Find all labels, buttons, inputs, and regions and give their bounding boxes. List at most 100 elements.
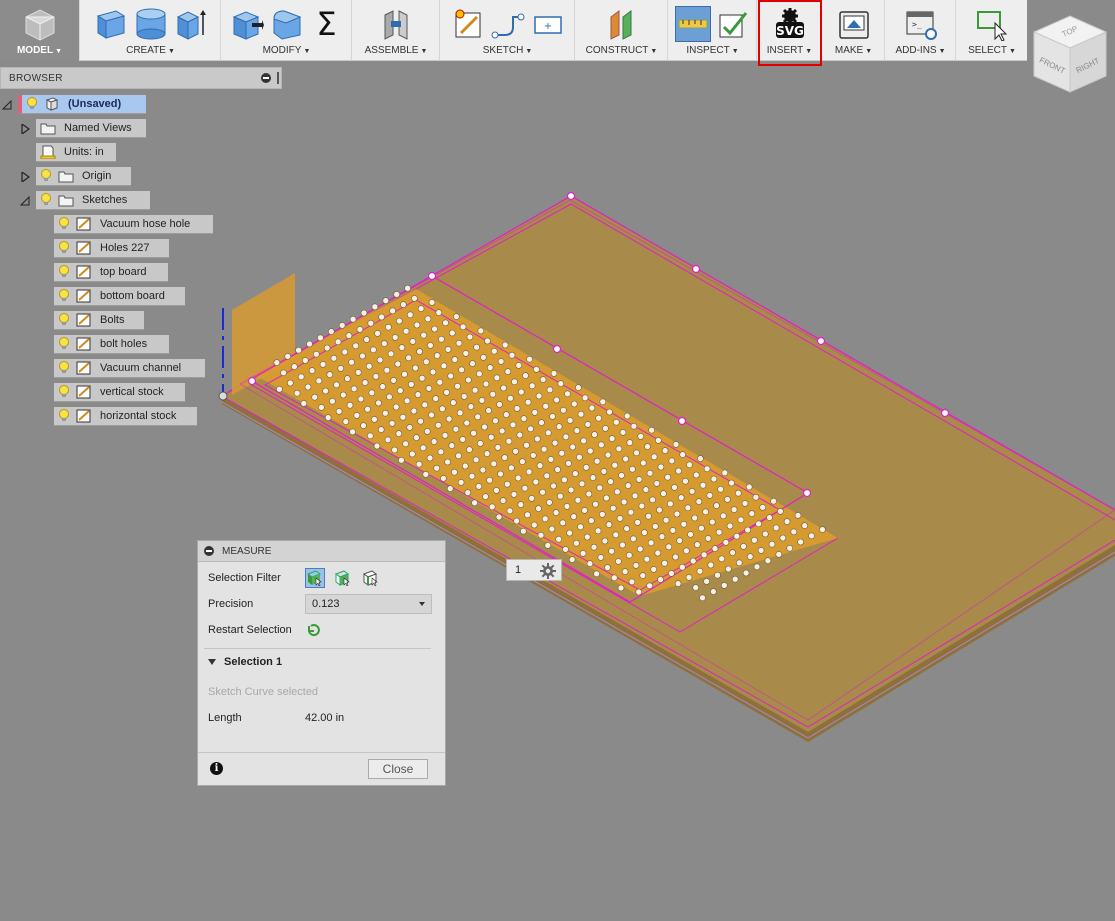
tree-item-origin[interactable]: Origin	[36, 167, 131, 186]
lightbulb-icon[interactable]	[58, 409, 70, 423]
close-button[interactable]: Close	[368, 759, 428, 779]
hole	[695, 498, 703, 505]
precision-select[interactable]: 0.123	[305, 594, 432, 614]
hole	[593, 570, 600, 578]
lightbulb-icon[interactable]	[58, 337, 70, 351]
insert-svg-icon[interactable]: SVG	[772, 6, 808, 42]
gear-icon[interactable]	[539, 562, 557, 580]
press-pull-icon[interactable]	[229, 6, 265, 42]
lightbulb-icon[interactable]	[58, 265, 70, 279]
insert-menu[interactable]: SVG INSERT ▼	[758, 0, 822, 61]
tree-item-named-views[interactable]: Named Views	[36, 119, 146, 138]
expand-triangle-icon[interactable]	[19, 195, 30, 206]
select-icon[interactable]	[974, 6, 1010, 42]
hole	[634, 519, 641, 526]
origin-point[interactable]	[218, 391, 228, 401]
extrude-icon[interactable]	[173, 6, 209, 42]
lightbulb-icon[interactable]	[40, 169, 52, 183]
cylinder-icon[interactable]	[133, 6, 169, 42]
info-icon[interactable]: i	[210, 762, 223, 775]
construct-menu[interactable]: CONSTRUCT ▼	[576, 0, 668, 61]
hole	[597, 554, 605, 561]
sketch-menu[interactable]: + SKETCH ▼	[441, 0, 575, 61]
scripts-icon[interactable]: >_	[903, 6, 939, 42]
tree-item-bottom-board[interactable]: bottom board	[54, 287, 185, 306]
hole	[527, 425, 534, 433]
hole	[627, 508, 635, 516]
hole	[508, 464, 515, 472]
view-cube[interactable]: TOP FRONT RIGHT	[1030, 10, 1110, 100]
inspect-menu[interactable]: INSPECT ▼	[669, 0, 757, 61]
tree-item-holes-227[interactable]: Holes 227	[54, 239, 169, 258]
hole	[511, 378, 518, 386]
lightbulb-icon[interactable]	[58, 361, 70, 375]
pattern-count-widget[interactable]: 1	[506, 559, 562, 581]
hole	[445, 415, 453, 423]
lightbulb-icon[interactable]	[58, 313, 70, 327]
hole	[748, 510, 756, 517]
filter-edge-icon[interactable]	[361, 568, 381, 588]
tree-item-bolt-holes[interactable]: bolt holes	[54, 335, 169, 354]
hole	[391, 446, 398, 454]
hole	[394, 360, 402, 368]
hole	[493, 374, 501, 382]
box-icon[interactable]	[93, 6, 129, 42]
lightbulb-icon[interactable]	[40, 193, 52, 207]
create-menu[interactable]: CREATE ▼	[81, 0, 221, 61]
tree-item-vertical-stock[interactable]: vertical stock	[54, 383, 185, 402]
joint-icon[interactable]	[378, 6, 414, 42]
lightbulb-icon[interactable]	[58, 289, 70, 303]
hole	[751, 536, 758, 544]
browser-header[interactable]: BROWSER	[0, 67, 282, 89]
pin-icon[interactable]	[277, 72, 279, 84]
assemble-menu[interactable]: ASSEMBLE ▼	[353, 0, 440, 61]
offset-plane-icon[interactable]	[604, 6, 640, 42]
tree-item-top-board[interactable]: top board	[54, 263, 168, 282]
tree-item-vacuum-channel[interactable]: Vacuum channel	[54, 359, 205, 378]
expand-triangle-icon[interactable]	[1, 99, 12, 110]
restart-selection-icon[interactable]	[305, 622, 321, 638]
viewport-canvas[interactable]	[0, 61, 1115, 921]
modify-menu[interactable]: Σ MODIFY ▼	[222, 0, 352, 61]
3d-print-icon[interactable]	[836, 6, 872, 42]
lightbulb-icon[interactable]	[58, 217, 70, 231]
tree-item-sketches[interactable]: Sketches	[36, 191, 150, 210]
tree-item-unsaved[interactable]: (Unsaved)	[18, 95, 146, 114]
measure-header[interactable]: MEASURE	[198, 541, 445, 562]
tree-item-bolts[interactable]: Bolts	[54, 311, 144, 330]
filter-face-icon[interactable]	[333, 568, 353, 588]
hole	[344, 375, 351, 382]
interference-icon[interactable]	[715, 6, 751, 42]
workspace-model-button[interactable]: MODEL ▼	[0, 0, 80, 61]
collapse-icon[interactable]	[261, 73, 271, 83]
hole	[364, 405, 371, 413]
measure-icon[interactable]	[674, 6, 711, 42]
select-label: SELECT	[968, 45, 1007, 56]
create-sketch-icon[interactable]	[450, 6, 486, 42]
rectangle-icon[interactable]: +	[530, 6, 566, 42]
collapse-icon[interactable]	[204, 546, 214, 556]
fillet-icon[interactable]	[269, 6, 305, 42]
lightbulb-icon[interactable]	[26, 97, 38, 111]
tree-item-units[interactable]: Units: in	[36, 143, 116, 162]
hole	[317, 334, 324, 342]
sigma-icon[interactable]: Σ	[309, 5, 345, 43]
hole	[424, 315, 432, 323]
filter-body-icon[interactable]	[305, 568, 325, 588]
selection-1-header[interactable]: Selection 1	[208, 656, 282, 668]
hole	[573, 539, 580, 547]
add-ins-menu[interactable]: >_ ADD-INS ▼	[886, 0, 956, 61]
lightbulb-icon[interactable]	[58, 241, 70, 255]
line-icon[interactable]	[490, 6, 526, 42]
collapsed-triangle-icon[interactable]	[20, 170, 31, 184]
hole	[441, 432, 449, 439]
hole	[656, 506, 663, 514]
collapsed-triangle-icon[interactable]	[20, 122, 31, 136]
tree-item-vacuum-hose-hole[interactable]: Vacuum hose hole	[54, 215, 213, 234]
select-menu[interactable]: SELECT ▼	[957, 0, 1027, 61]
lightbulb-icon[interactable]	[58, 385, 70, 399]
hole	[360, 309, 368, 317]
tree-item-horizontal-stock[interactable]: horizontal stock	[54, 407, 197, 426]
make-menu[interactable]: MAKE ▼	[823, 0, 885, 61]
hole	[413, 321, 421, 329]
